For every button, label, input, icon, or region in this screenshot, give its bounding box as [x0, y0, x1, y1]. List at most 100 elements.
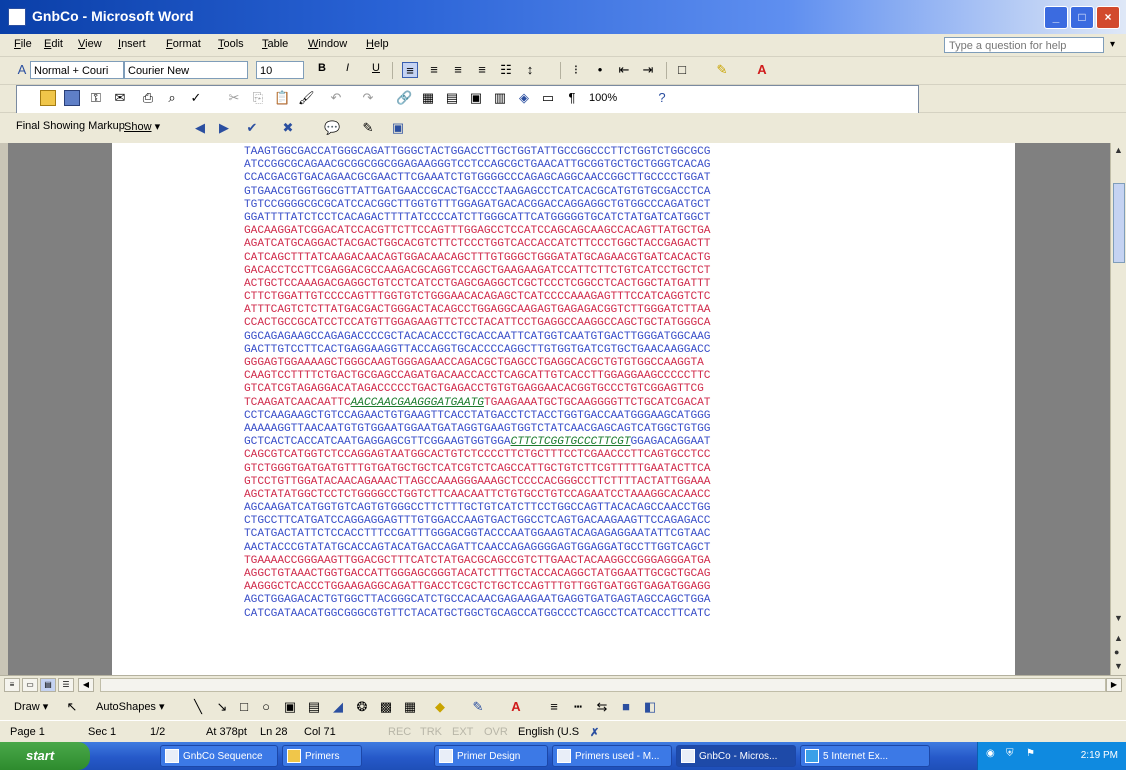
paste-icon[interactable]: 📋	[274, 90, 290, 106]
sequence-line[interactable]: CATCGATAACATGGCGGGCGTGTTCTACATGCTGGCTGCA…	[244, 608, 711, 621]
sequence-line[interactable]: AAAAAGGTTAACAATGTGTGGAATGGAATGATAGGTGAAG…	[244, 423, 711, 436]
print-layout-icon[interactable]: ▤	[40, 678, 56, 692]
styles-pane-icon[interactable]: A	[14, 62, 30, 78]
bullets-icon[interactable]: •	[592, 62, 608, 78]
sequence-line[interactable]: ACTGCTCCAAAGACGAGGCTGTCCTCATCCTGAGCGAGGC…	[244, 278, 711, 291]
taskbar-item-gnbco-word[interactable]: GnbCo - Micros...	[676, 745, 796, 767]
menu-edit[interactable]: Edit	[44, 38, 63, 50]
bold-button[interactable]: B	[318, 62, 326, 74]
help-search-input[interactable]: Type a question for help	[944, 37, 1104, 53]
italic-button[interactable]: I	[346, 62, 349, 74]
normal-view-icon[interactable]: ≡	[4, 678, 20, 692]
align-center-icon[interactable]: ≡	[426, 62, 442, 78]
sequence-line[interactable]: GTCTGGGTGATGATGTTTGTGATGCTGCTCATCGTCTCAG…	[244, 463, 711, 476]
tray-antivirus-icon[interactable]: ⛨	[1006, 748, 1014, 759]
increase-indent-icon[interactable]: ⇥	[640, 62, 656, 78]
close-button[interactable]: ×	[1096, 6, 1120, 29]
show-menu-button[interactable]: Show ▾	[124, 120, 160, 133]
arrow-style-icon[interactable]: ⇆	[594, 699, 610, 715]
copy-icon[interactable]: ⎘	[250, 90, 266, 106]
scroll-right-icon[interactable]: ▶	[1106, 678, 1122, 692]
outline-view-icon[interactable]: ☰	[58, 678, 74, 692]
taskbar-item-primer-design[interactable]: Primer Design	[434, 745, 548, 767]
align-left-icon[interactable]: ≡	[402, 62, 418, 78]
sequence-line[interactable]: AGCAAGATCATGGTGTCAGTGTGGGCCTTCTTTGCTGTCA…	[244, 502, 711, 515]
save-icon[interactable]	[64, 90, 80, 106]
autoshapes-menu-button[interactable]: AutoShapes ▾	[96, 700, 165, 713]
sequence-line[interactable]: ATCCGGCGCAGAACGCGGCGGCGGAGAAGGGTCCTCCAGC…	[244, 159, 711, 172]
text-box-icon[interactable]: ▣	[282, 699, 298, 715]
sequence-line[interactable]: AGATCATGCAGGACTACGACTGGCACGTCTTCTCCCTGGT…	[244, 238, 711, 251]
sequence-line[interactable]: GTCATCGTAGAGGACATAGACCCCCTGACTGAGACCTGTG…	[244, 383, 710, 396]
menu-window[interactable]: Window	[308, 38, 347, 50]
picture-icon[interactable]: ▦	[402, 699, 418, 715]
menu-file[interactable]: File	[14, 38, 32, 50]
arrow-icon[interactable]: ↘	[214, 699, 230, 715]
status-language[interactable]: English (U.S	[518, 726, 579, 738]
start-button[interactable]: start	[0, 742, 90, 770]
insert-excel-icon[interactable]: ▣	[468, 90, 484, 106]
sequence-line[interactable]: GCTCACTCACCATCAATGAGGAGCGTTCGGAAGTGGTGGA…	[244, 436, 711, 449]
scroll-down-icon[interactable]: ▼	[1114, 613, 1123, 623]
status-ovr[interactable]: OVR	[484, 726, 508, 738]
sequence-line[interactable]: CTGCCTTCATGATCCAGGAGGAGTTTGTGGACCAAGTGAC…	[244, 515, 711, 528]
draw-font-color-icon[interactable]: A	[508, 699, 524, 715]
sequence-line[interactable]: CTTCTGGATTGTCCCCAGTTTGGTGTCTGGGAACACAGAG…	[244, 291, 711, 304]
status-ext[interactable]: EXT	[452, 726, 473, 738]
tables-borders-icon[interactable]: ▦	[420, 90, 436, 106]
sequence-line[interactable]: CCTCAAGAAGCTGTCCAGAACTGTGAAGTTCACCTATGAC…	[244, 410, 711, 423]
diagram-icon[interactable]: ❂	[354, 699, 370, 715]
highlight-icon[interactable]: ✎	[714, 62, 730, 78]
web-view-icon[interactable]: ▭	[22, 678, 38, 692]
cut-icon[interactable]: ✂	[226, 90, 242, 106]
sequence-line[interactable]: GACACCTCCTTCGAGGACGCCAAGACGCAGGTCCAGCTGA…	[244, 265, 711, 278]
dna-sequence-text[interactable]: TAAGTGGCGACCATGGGCAGATTGGGCTACTGGACCTTGC…	[244, 146, 711, 621]
sequence-line[interactable]: GTCCTGTTGGATACAACAGAAACTTAGCCAAAGGGAAAGC…	[244, 476, 711, 489]
previous-page-icon[interactable]: ▲	[1114, 633, 1123, 643]
sequence-line[interactable]: AAGGGCTCACCCTGGAAGAGGCAGATTGACCTCGCTCTGC…	[244, 581, 711, 594]
status-rec[interactable]: REC	[388, 726, 411, 738]
sequence-line[interactable]: AACTACCCGTATATGCACCAGTACATGACCAGATTCAACC…	[244, 542, 711, 555]
sequence-line[interactable]: CCACTGCCGCATCCTCCATGTTGGAGAAGTTCTCCTACAT…	[244, 317, 711, 330]
sequence-line[interactable]: TCATGACTATTCTCCACCTTTCCGATTTGGGACGGTACCC…	[244, 528, 711, 541]
sequence-line[interactable]: TCAAGATCAACAATTCAACCAACGAAGGGATGAATGTGAA…	[244, 397, 711, 410]
accept-change-icon[interactable]: ✔	[244, 120, 260, 136]
3d-style-icon[interactable]: ◧	[642, 699, 658, 715]
sequence-line[interactable]: GTGAACGTGGTGGCGTTATTGATGAACCGCACTGACCCTA…	[244, 186, 711, 199]
select-objects-icon[interactable]: ↖	[64, 699, 80, 715]
sequence-line[interactable]: TGAAAACCGGGAAGTTGGACGCTTTCATCTATGACGCAGC…	[244, 555, 711, 568]
line-style-icon[interactable]: ≡	[546, 699, 562, 715]
help-dropdown-icon[interactable]: ▾	[1110, 39, 1115, 50]
sequence-line[interactable]: CCACGACGTGACAGAACGCGAACTTCGAAATCTGTGGGGC…	[244, 172, 711, 185]
line-icon[interactable]: ╲	[190, 699, 206, 715]
taskbar-item-gnbco-sequence[interactable]: GnbCo Sequence	[160, 745, 278, 767]
sequence-line[interactable]: TGTCCGGGGCGCGCATCCACGGCTTGGTGTTTGGAGATGA…	[244, 199, 711, 212]
vertical-text-box-icon[interactable]: ▤	[306, 699, 322, 715]
columns-icon[interactable]: ▥	[492, 90, 508, 106]
tray-security-icon[interactable]: ⚑	[1026, 748, 1035, 759]
tray-network-icon[interactable]: ◉	[986, 748, 995, 759]
scroll-up-icon[interactable]: ▲	[1114, 145, 1123, 155]
fill-color-icon[interactable]: ◆	[432, 699, 448, 715]
draw-menu-button[interactable]: Draw ▾	[14, 700, 48, 713]
insert-table-icon[interactable]: ▤	[444, 90, 460, 106]
help-icon[interactable]: ?	[654, 90, 670, 106]
maximize-button[interactable]: □	[1070, 6, 1094, 29]
open-folder-icon[interactable]	[40, 90, 56, 106]
border-icon[interactable]: □	[674, 62, 690, 78]
menu-tools[interactable]: Tools	[218, 38, 244, 50]
redo-icon[interactable]: ↷	[360, 90, 376, 106]
menu-format[interactable]: Format	[166, 38, 201, 50]
sequence-line[interactable]: GGATTTTATCTCCTCACAGACTTTTATCCCCATCTTGGGC…	[244, 212, 711, 225]
word-app-icon[interactable]	[8, 8, 26, 26]
sequence-line[interactable]: AGCTGGAGACACTGTGGCTTACGGGCATCTGCCACAACGA…	[244, 594, 711, 607]
insert-comment-icon[interactable]: 💬	[324, 120, 340, 136]
line-spacing-icon[interactable]: ↕	[522, 62, 538, 78]
scroll-thumb[interactable]	[1113, 183, 1125, 263]
taskbar-item-internet-explorer[interactable]: 5 Internet Ex...	[800, 745, 930, 767]
sequence-line[interactable]: CAGCGTCATGGTCTCCAGGAGTAATGGCACTGTCTCCCCT…	[244, 449, 711, 462]
select-browse-object-icon[interactable]: ●	[1114, 647, 1119, 657]
menu-table[interactable]: Table	[262, 38, 288, 50]
menu-help[interactable]: Help	[366, 38, 389, 50]
minimize-button[interactable]: _	[1044, 6, 1068, 29]
